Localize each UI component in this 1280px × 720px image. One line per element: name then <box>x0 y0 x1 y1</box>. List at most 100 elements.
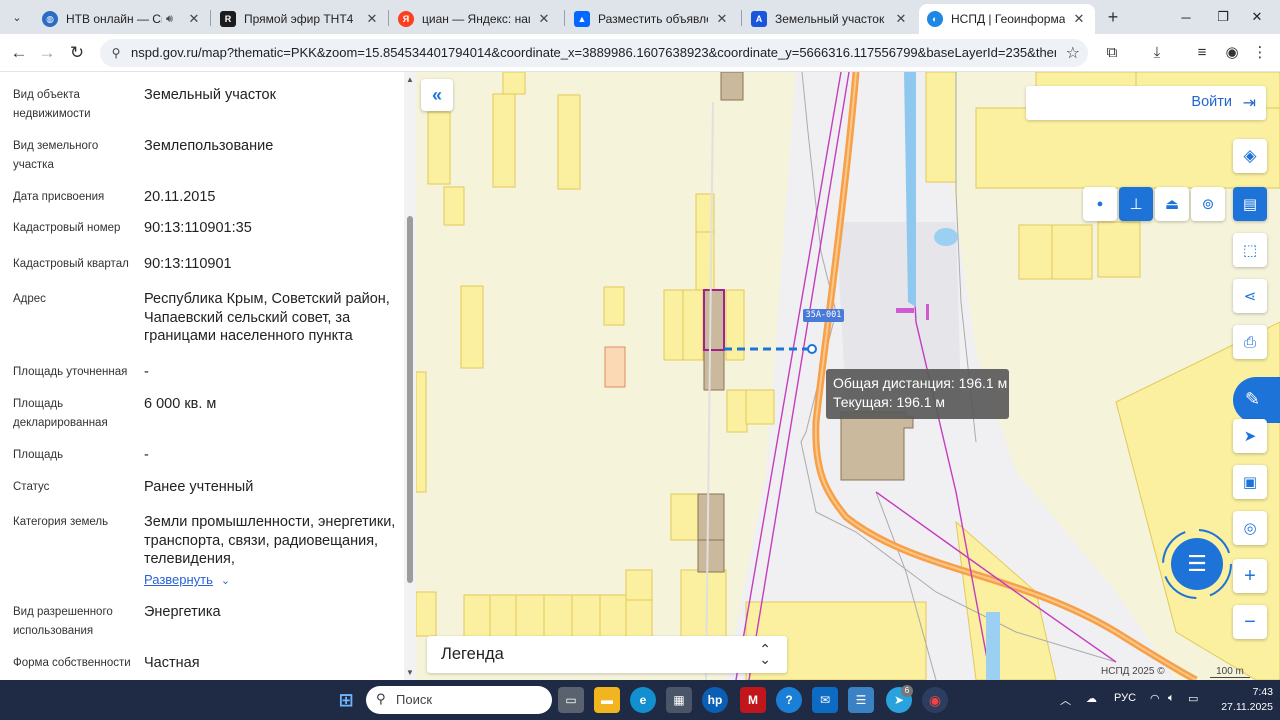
profile-icon[interactable]: ◉ <box>1221 42 1243 64</box>
measure-tooltip: Общая дистанция: 196.1 м Текущая: 196.1 … <box>826 369 1009 419</box>
measure-distance-button[interactable]: ⊥ <box>1119 187 1153 221</box>
tab-nspd[interactable]: ◐ НСПД | Геоинформацион ✕ <box>919 4 1095 34</box>
tab-land-plot[interactable]: A Земельный участок в Кры ✕ <box>743 4 917 34</box>
tab-ntv[interactable]: ◍ НТВ онлайн — Смотр 🔊︎ ✕ <box>34 4 210 34</box>
expand-label[interactable]: Развернуть <box>144 572 213 587</box>
prop-label: Вид разрешенного использования <box>13 606 113 637</box>
clock[interactable]: 7:43 27.11.2025 <box>1213 685 1273 715</box>
prop-value: Земельный участок <box>144 87 276 103</box>
battery-icon[interactable]: ▭ <box>1188 692 1198 705</box>
close-tab-icon[interactable]: ✕ <box>536 11 552 27</box>
help-icon[interactable]: ? <box>776 687 802 713</box>
extensions-icon[interactable]: ⧉ <box>1101 42 1123 64</box>
address-bar[interactable]: ⚲ nspd.gov.ru/map?thematic=PKK&zoom=15.8… <box>100 39 1088 67</box>
close-tab-icon[interactable]: ✕ <box>186 11 202 27</box>
minimap-button[interactable]: ▣ <box>1233 465 1267 499</box>
tray-chevron-icon[interactable]: ︿ <box>1060 692 1071 708</box>
chat-button[interactable]: ☰ <box>1171 538 1223 590</box>
media-controls-icon[interactable]: ≡ <box>1191 42 1213 64</box>
reload-icon[interactable]: ↻ <box>64 41 90 65</box>
site-info-icon[interactable]: ⚲ <box>108 45 124 61</box>
menu-kebab-icon[interactable]: ⋮ <box>1249 42 1271 64</box>
tab-cian[interactable]: ▲ Разместить объявление о ✕ <box>566 4 738 34</box>
weather-icon[interactable]: ☁ <box>1086 692 1097 705</box>
hp-icon[interactable]: hp <box>702 687 728 713</box>
outlook-icon[interactable]: ✉ <box>812 687 838 713</box>
nspd-icon: ◐ <box>927 11 943 27</box>
chrome-active-icon[interactable]: ◉ <box>922 687 948 713</box>
prop-label: Площадь декларированная <box>13 398 108 429</box>
ruler-tool-button[interactable]: ▤ <box>1233 187 1267 221</box>
chat-bubble-icon: ☰ <box>1187 551 1207 576</box>
mcafee-icon[interactable]: M <box>740 687 766 713</box>
zoom-out-button[interactable]: − <box>1233 605 1267 639</box>
new-tab-plus-icon[interactable]: + <box>1101 6 1125 28</box>
language-indicator[interactable]: РУС <box>1114 692 1136 704</box>
panel-scrollbar[interactable]: ▲ ▼ <box>404 72 416 680</box>
scroll-down-icon[interactable]: ▼ <box>406 668 414 677</box>
prop-value[interactable]: 90:13:110901 <box>144 255 396 274</box>
double-chevron-left-icon: « <box>431 84 442 105</box>
measure-total: Общая дистанция: 196.1 м <box>833 375 1008 391</box>
select-area-button[interactable]: ⬚ <box>1233 233 1267 267</box>
measure-circle-button[interactable]: ⊚ <box>1191 187 1225 221</box>
chat-widget[interactable]: ☰ <box>1160 527 1234 601</box>
back-arrow-icon[interactable]: ← <box>6 41 32 65</box>
tab-search-chevron-icon[interactable]: ⌄ <box>6 6 28 28</box>
forward-arrow-icon[interactable]: → <box>34 41 60 65</box>
browser-tab-strip: ⌄ ◍ НТВ онлайн — Смотр 🔊︎ ✕ R Прямой эфи… <box>0 0 1280 34</box>
prop-label: Статус <box>13 481 50 493</box>
circle-area-icon: ⊚ <box>1201 196 1215 213</box>
taskbar-search[interactable]: ⚲ Поиск <box>366 686 552 714</box>
close-window-icon[interactable]: ✕ <box>1234 0 1280 34</box>
notepad-icon[interactable]: ☰ <box>848 687 874 713</box>
wifi-icon[interactable]: ◠ <box>1150 692 1160 705</box>
zoom-in-button[interactable]: + <box>1233 559 1267 593</box>
legend-label[interactable]: Легенда <box>441 645 504 664</box>
collapse-panel-button[interactable]: « <box>421 79 453 111</box>
tab-yandex[interactable]: Я циан — Яндекс: нашлось ✕ <box>390 4 560 34</box>
search-placeholder[interactable]: Поиск <box>396 692 432 707</box>
expand-updown-icon[interactable]: ⌃ ⌄ <box>759 642 771 666</box>
login-button[interactable]: Войти ⇥ <box>1026 86 1266 120</box>
measure-point-button[interactable]: ● <box>1083 187 1117 221</box>
chevron-down-icon[interactable]: ⌄ <box>221 574 230 587</box>
login-label[interactable]: Войти <box>1191 94 1232 110</box>
store-icon[interactable]: ▦ <box>666 687 692 713</box>
tab-tnt4[interactable]: R Прямой эфир ТНТ4 ✕ <box>212 4 388 34</box>
scroll-thumb[interactable] <box>407 216 413 583</box>
expand-link[interactable]: Развернуть ⌄ <box>144 572 230 587</box>
volume-icon[interactable]: 🔈︎ <box>1168 692 1175 705</box>
task-view-icon[interactable]: ▭ <box>558 687 584 713</box>
file-explorer-icon[interactable]: ▬ <box>594 687 620 713</box>
locate-pin-button[interactable]: ◎ <box>1233 511 1267 545</box>
close-tab-icon[interactable]: ✕ <box>893 11 909 27</box>
geolocate-button[interactable]: ➤ <box>1233 419 1267 453</box>
map-canvas[interactable]: 35А-001 Общая дистанция: 196.1 м Текущая… <box>416 72 1280 680</box>
layers-button[interactable]: ◈ <box>1233 139 1267 173</box>
url-text[interactable]: nspd.gov.ru/map?thematic=PKK&zoom=15.854… <box>131 45 1056 60</box>
print-button[interactable]: ⎙ <box>1233 325 1267 359</box>
windows-start-icon[interactable]: ⊞ <box>333 687 359 713</box>
bookmark-star-icon[interactable]: ☆ <box>1066 43 1080 63</box>
legend-bar[interactable]: Легенда ⌃ ⌄ <box>427 636 787 673</box>
share-button[interactable]: ⋖ <box>1233 279 1267 313</box>
prop-label: Кадастровый квартал <box>13 258 129 270</box>
close-tab-icon[interactable]: ✕ <box>364 11 380 27</box>
prop-value: Ранее учтенный <box>144 479 254 495</box>
scroll-up-icon[interactable]: ▲ <box>406 75 414 84</box>
measure-area-button[interactable]: ⏏ <box>1155 187 1189 221</box>
object-info-panel: Вид объекта недвижимости Земельный участ… <box>0 72 404 680</box>
prop-label: Кадастровый номер <box>13 222 121 234</box>
measure-current: Текущая: 196.1 м <box>833 394 946 410</box>
prop-value[interactable]: 90:13:110901:35 <box>144 219 396 238</box>
speaker-icon[interactable]: 🔊︎ <box>166 13 180 26</box>
close-tab-icon[interactable]: ✕ <box>1071 11 1087 27</box>
telegram-badge: 6 <box>901 685 913 697</box>
close-tab-icon[interactable]: ✕ <box>714 11 730 27</box>
edge-browser-icon[interactable]: e <box>630 687 656 713</box>
download-icon[interactable]: ⤓ <box>1146 42 1168 64</box>
plus-icon: + <box>1244 564 1256 587</box>
navigation-arrow-icon: ➤ <box>1243 428 1257 445</box>
gosuslugi-side-tab[interactable]: ✎ <box>1233 377 1280 423</box>
